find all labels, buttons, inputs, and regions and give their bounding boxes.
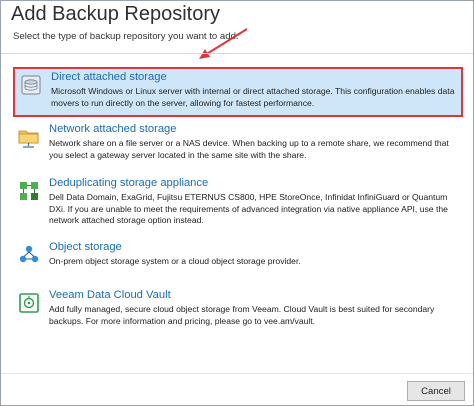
cancel-button[interactable]: Cancel [407,381,465,401]
network-folder-icon [18,130,39,148]
option-object-storage[interactable]: Object storage On-prem object storage sy… [13,239,463,279]
disk-storage-icon [21,75,41,95]
option-description: Dell Data Domain, ExaGrid, Fujitsu ETERN… [49,192,448,226]
footer-divider [1,373,473,374]
header-divider [1,53,473,54]
option-title: Deduplicating storage appliance [49,177,209,189]
cloud-vault-icon [19,293,39,313]
option-title: Veeam Data Cloud Vault [49,289,171,301]
dedup-appliance-icon [20,182,38,200]
option-veeam-data-cloud-vault[interactable]: Veeam Data Cloud Vault Add fully managed… [13,287,463,337]
option-description: Microsoft Windows or Linux server with i… [51,86,455,108]
object-storage-icon [19,245,39,263]
option-description: On-prem object storage system or a cloud… [49,256,301,266]
option-description: Network share on a file server or a NAS … [49,138,449,160]
option-direct-attached-storage[interactable]: Direct attached storage Microsoft Window… [13,67,463,117]
dialog-title: Add Backup Repository [11,3,221,25]
add-backup-repository-dialog: Add Backup Repository Select the type of… [0,0,474,406]
option-title: Network attached storage [49,123,177,135]
option-description: Add fully managed, secure cloud object s… [49,304,435,326]
option-title: Object storage [49,241,122,253]
option-deduplicating-storage-appliance[interactable]: Deduplicating storage appliance Dell Dat… [13,175,463,231]
option-title: Direct attached storage [51,71,167,83]
option-network-attached-storage[interactable]: Network attached storage Network share o… [13,121,463,171]
annotation-arrow-icon [199,28,248,59]
